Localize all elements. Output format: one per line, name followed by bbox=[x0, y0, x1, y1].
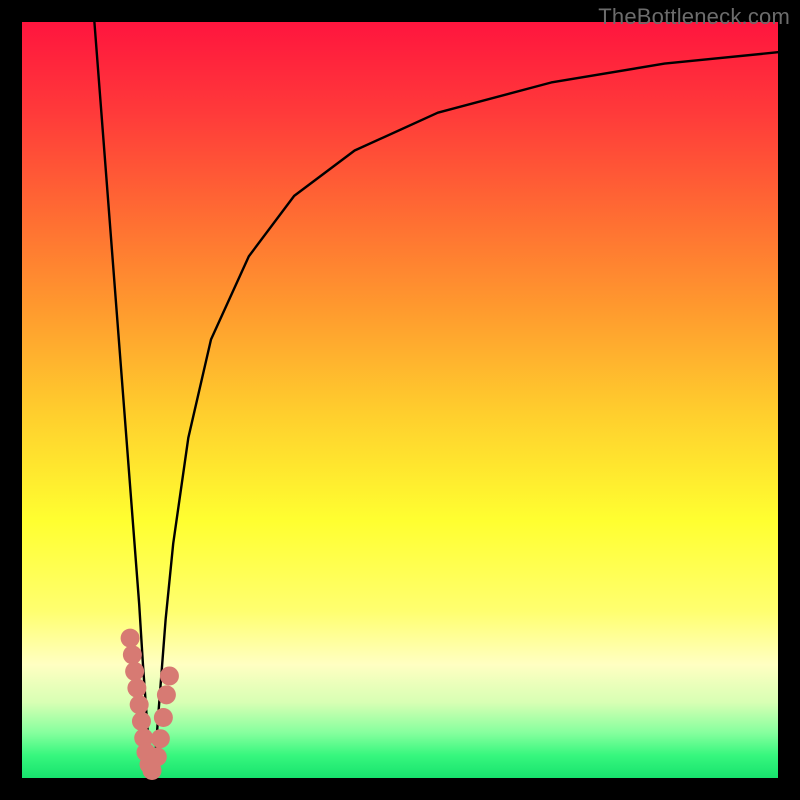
marker-dot bbox=[157, 685, 176, 704]
marker-dot bbox=[154, 708, 173, 727]
chart-svg bbox=[22, 22, 778, 778]
marker-dot bbox=[160, 666, 179, 685]
curve-left-branch bbox=[94, 14, 151, 770]
marker-dot bbox=[132, 712, 151, 731]
plot-area bbox=[22, 22, 778, 778]
marker-dot bbox=[127, 679, 146, 698]
marker-dot bbox=[125, 662, 144, 681]
watermark-text: TheBottleneck.com bbox=[598, 4, 790, 30]
marker-dot bbox=[121, 629, 140, 648]
curve-right-branch bbox=[154, 52, 778, 770]
marker-dot bbox=[151, 729, 170, 748]
chart-frame: TheBottleneck.com bbox=[0, 0, 800, 800]
marker-dot bbox=[148, 747, 167, 766]
marker-dots bbox=[121, 629, 179, 780]
marker-dot bbox=[123, 645, 142, 664]
marker-dot bbox=[130, 695, 149, 714]
